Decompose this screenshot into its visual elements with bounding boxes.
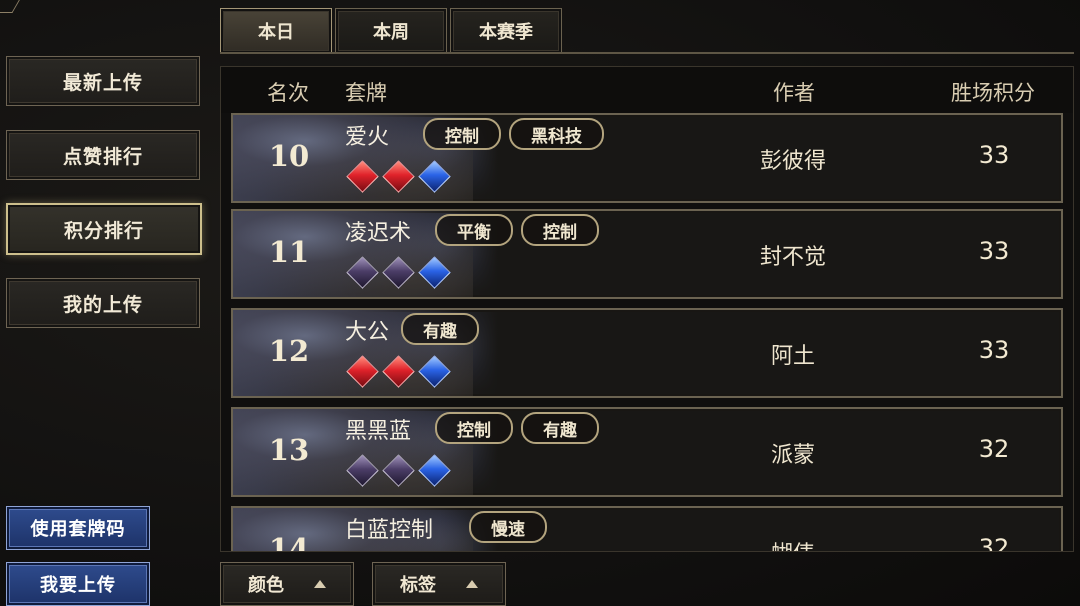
deck-tags: 控制 有趣 — [435, 412, 599, 444]
tag-filter-label: 标签 — [400, 575, 436, 596]
deck-tag: 控制 — [435, 412, 513, 444]
caret-up-icon — [466, 580, 478, 588]
back-corner-icon[interactable] — [0, 0, 26, 13]
row-score: 33 — [978, 237, 1010, 265]
row-score: 32 — [978, 534, 1010, 551]
blue-gem-icon — [418, 256, 451, 289]
deck-tag: 有趣 — [521, 412, 599, 444]
red-gem-icon — [346, 355, 379, 388]
table-row[interactable]: 10 爱火 控制 黑科技彭彼得 33 — [231, 113, 1063, 203]
deck-tags: 慢速 — [469, 511, 547, 543]
tag-filter-button[interactable]: 标签 — [372, 562, 506, 606]
row-rank: 10 — [268, 139, 310, 173]
purple-gem-icon — [346, 256, 379, 289]
deck-tag: 有趣 — [401, 313, 479, 345]
deck-tag: 黑科技 — [509, 118, 604, 150]
table-row[interactable]: 12 大公 有趣阿土 33 — [231, 308, 1063, 398]
table-body[interactable]: 10 爱火 控制 黑科技 彭彼得 33 11 凌迟术 平衡 控制 封不觉 33 12 大公 有趣 阿土 33 13… — [221, 113, 1073, 551]
red-gem-icon — [346, 160, 379, 193]
deck-tags: 控制 黑科技 — [423, 118, 604, 150]
deck-colors — [346, 355, 451, 388]
blue-gem-icon — [418, 355, 451, 388]
nav-latest-upload[interactable]: 最新上传 — [6, 56, 200, 106]
deck-name: 黑黑蓝 — [345, 419, 412, 444]
nav-score-ranking[interactable]: 积分排行 — [6, 203, 202, 255]
deck-tags: 平衡 控制 — [435, 214, 599, 246]
deck-colors — [346, 256, 451, 289]
row-score: 33 — [978, 336, 1010, 364]
tab-divider — [220, 52, 1074, 54]
header-author: 作者 — [773, 81, 815, 105]
row-rank: 13 — [268, 433, 310, 467]
deck-name: 凌迟术 — [345, 221, 412, 246]
deck-tags: 有趣 — [401, 313, 479, 345]
deck-name: 大公 — [345, 320, 390, 345]
row-author: 蝴俵 — [723, 536, 863, 551]
color-filter-button[interactable]: 颜色 — [220, 562, 354, 606]
table-row[interactable]: 11 凌迟术 平衡 控制封不觉 33 — [231, 209, 1063, 299]
nav-likes-ranking[interactable]: 点赞排行 — [6, 130, 200, 180]
blue-gem-icon — [418, 454, 451, 487]
upload-deck-button[interactable]: 我要上传 — [6, 562, 150, 606]
deck-colors — [346, 454, 451, 487]
red-gem-icon — [382, 160, 415, 193]
row-score: 33 — [978, 141, 1010, 169]
tab-this-season[interactable]: 本赛季 — [450, 8, 562, 54]
deck-colors — [346, 160, 451, 193]
row-author: 派蒙 — [770, 443, 815, 468]
nav-my-uploads[interactable]: 我的上传 — [6, 278, 200, 328]
purple-gem-icon — [346, 454, 379, 487]
row-rank: 11 — [268, 235, 310, 269]
deck-tag: 慢速 — [469, 511, 547, 543]
purple-gem-icon — [382, 454, 415, 487]
row-author: 阿土 — [770, 344, 815, 369]
tab-this-week[interactable]: 本周 — [335, 8, 447, 54]
ranking-table: 名次 套牌 作者 胜场积分 10 爱火 控制 黑科技 彭彼得 33 11 凌迟术 平衡 控制 封不觉… — [220, 66, 1074, 552]
row-rank: 14 — [268, 532, 310, 551]
table-row[interactable]: 13 黑黑蓝 控制 有趣派蒙 32 — [231, 407, 1063, 497]
purple-gem-icon — [382, 256, 415, 289]
row-author: 封不觉 — [759, 245, 826, 270]
red-gem-icon — [382, 355, 415, 388]
header-deck: 套牌 — [345, 81, 387, 105]
blue-gem-icon — [418, 160, 451, 193]
header-rank: 名次 — [267, 81, 309, 105]
use-deck-code-button[interactable]: 使用套牌码 — [6, 506, 150, 550]
deck-tag: 控制 — [423, 118, 501, 150]
deck-name: 爱火 — [345, 125, 390, 150]
deck-tag: 控制 — [521, 214, 599, 246]
deck-tag: 平衡 — [435, 214, 513, 246]
deck-name: 白蓝控制 — [345, 518, 434, 543]
table-header: 名次 套牌 作者 胜场积分 — [221, 67, 1073, 113]
color-filter-label: 颜色 — [248, 575, 284, 596]
header-score: 胜场积分 — [951, 81, 1035, 105]
row-rank: 12 — [268, 334, 310, 368]
tab-today[interactable]: 本日 — [220, 8, 332, 54]
row-score: 32 — [978, 435, 1010, 463]
caret-up-icon — [314, 580, 326, 588]
row-author: 彭彼得 — [759, 149, 826, 174]
table-row[interactable]: 14 白蓝控制 慢速蝴俵 32 — [231, 506, 1063, 551]
